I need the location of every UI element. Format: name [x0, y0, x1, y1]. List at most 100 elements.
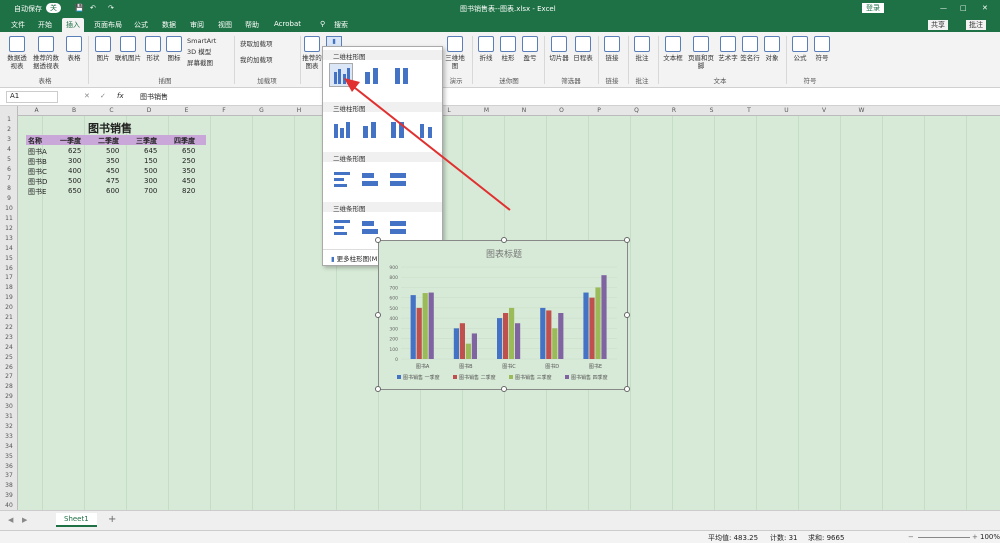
- symbol-button[interactable]: 符号: [812, 36, 832, 62]
- resize-handle[interactable]: [624, 386, 630, 392]
- tab-view[interactable]: 视图: [218, 20, 232, 30]
- table-cell[interactable]: 650: [182, 147, 195, 155]
- header-cell[interactable]: 四季度: [174, 136, 195, 146]
- row-header-36[interactable]: 36: [0, 463, 18, 470]
- chart-bar[interactable]: [465, 343, 471, 359]
- equation-button[interactable]: 公式: [790, 36, 810, 62]
- row-header-26[interactable]: 26: [0, 364, 18, 371]
- table-cell[interactable]: 图书D: [28, 177, 47, 187]
- timeline-button[interactable]: 日程表: [572, 36, 594, 62]
- resize-handle[interactable]: [375, 237, 381, 243]
- chart-bar[interactable]: [428, 292, 434, 359]
- row-header-20[interactable]: 20: [0, 304, 18, 311]
- my-addins-button[interactable]: 我的加载项: [240, 56, 296, 64]
- formula-input[interactable]: 图书销售: [140, 92, 168, 102]
- minimize-icon[interactable]: —: [940, 4, 947, 12]
- tab-acrobat[interactable]: Acrobat: [274, 20, 301, 28]
- recommended-pivot-button[interactable]: 推荐的数据透视表: [30, 36, 62, 70]
- 3d-map-button[interactable]: 三维地图: [444, 36, 466, 70]
- zoom-slider[interactable]: [918, 537, 970, 538]
- comment-button[interactable]: 批注: [966, 20, 986, 30]
- table-cell[interactable]: 图书E: [28, 187, 46, 197]
- screenshot-button[interactable]: 屏幕截图: [187, 59, 229, 67]
- column-header-t[interactable]: T: [731, 107, 768, 114]
- column-header-u[interactable]: U: [768, 107, 805, 114]
- chart-bar[interactable]: [471, 333, 477, 359]
- textbox-button[interactable]: 文本框: [662, 36, 684, 62]
- column-header-r[interactable]: R: [656, 107, 693, 114]
- row-header-16[interactable]: 16: [0, 265, 18, 272]
- row-header-25[interactable]: 25: [0, 354, 18, 361]
- column-header-h[interactable]: H: [281, 107, 318, 114]
- chart-bar[interactable]: [515, 323, 521, 359]
- sparkline-line-button[interactable]: 折线: [476, 36, 496, 62]
- zoom-out-icon[interactable]: −: [908, 533, 914, 541]
- online-picture-button[interactable]: 联机图片: [114, 36, 142, 62]
- table-cell[interactable]: 645: [144, 147, 157, 155]
- row-header-24[interactable]: 24: [0, 344, 18, 351]
- table-cell[interactable]: 450: [182, 177, 195, 185]
- chart-bar[interactable]: [416, 307, 422, 359]
- chart-bar[interactable]: [509, 307, 515, 359]
- chart-bar[interactable]: [546, 310, 552, 359]
- link-button[interactable]: 链接: [602, 36, 622, 62]
- close-icon[interactable]: ✕: [982, 4, 988, 12]
- chart-container[interactable]: 图表标题 0 100 200 300 400 500 600 700 800 900 图书A 图书B 图…: [375, 237, 630, 392]
- row-header-35[interactable]: 35: [0, 453, 18, 460]
- row-header-4[interactable]: 4: [0, 146, 18, 153]
- column-header-b[interactable]: B: [56, 107, 93, 114]
- row-header-6[interactable]: 6: [0, 166, 18, 173]
- search-icon[interactable]: ⚲: [320, 20, 325, 28]
- signature-line-button[interactable]: 签名行: [740, 36, 760, 62]
- row-header-22[interactable]: 22: [0, 324, 18, 331]
- redo-icon[interactable]: ↷: [108, 4, 114, 12]
- row-header-31[interactable]: 31: [0, 413, 18, 420]
- resize-handle[interactable]: [375, 386, 381, 392]
- legend-entry[interactable]: 图书销售 一季度: [403, 374, 440, 381]
- table-cell[interactable]: 图书A: [28, 147, 47, 157]
- chart-bar[interactable]: [453, 328, 459, 359]
- wordart-button[interactable]: 艺术字: [718, 36, 738, 62]
- tab-review[interactable]: 审阅: [190, 20, 204, 30]
- header-cell[interactable]: 二季度: [98, 136, 119, 146]
- row-header-8[interactable]: 8: [0, 185, 18, 192]
- row-header-3[interactable]: 3: [0, 136, 18, 143]
- row-header-13[interactable]: 13: [0, 235, 18, 242]
- row-header-27[interactable]: 27: [0, 373, 18, 380]
- tab-home[interactable]: 开始: [38, 20, 52, 30]
- table-cell[interactable]: 450: [106, 167, 119, 175]
- row-header-15[interactable]: 15: [0, 255, 18, 262]
- autosave-toggle[interactable]: 关: [46, 3, 61, 13]
- table-cell[interactable]: 图书B: [28, 157, 47, 167]
- smartart-button[interactable]: SmartArt: [187, 37, 229, 45]
- table-button[interactable]: 表格: [64, 36, 84, 62]
- chart-bar[interactable]: [558, 313, 564, 359]
- tab-page-layout[interactable]: 页面布局: [94, 20, 122, 30]
- object-button[interactable]: 对象: [762, 36, 782, 62]
- table-cell[interactable]: 400: [68, 167, 81, 175]
- row-header-33[interactable]: 33: [0, 433, 18, 440]
- chart-bar[interactable]: [552, 328, 558, 359]
- resize-handle[interactable]: [624, 312, 630, 318]
- chart-bar[interactable]: [503, 313, 509, 359]
- table-cell[interactable]: 150: [144, 157, 157, 165]
- table-cell[interactable]: 820: [182, 187, 195, 195]
- column-header-s[interactable]: S: [693, 107, 730, 114]
- column-header-c[interactable]: C: [93, 107, 130, 114]
- row-header-2[interactable]: 2: [0, 126, 18, 133]
- add-sheet-button[interactable]: +: [108, 514, 116, 525]
- chart-bar[interactable]: [589, 297, 595, 359]
- chart-bar[interactable]: [601, 275, 607, 359]
- name-box[interactable]: A1: [6, 91, 58, 103]
- chart-bar[interactable]: [497, 318, 503, 359]
- tab-data[interactable]: 数据: [162, 20, 176, 30]
- shapes-button[interactable]: 形状: [143, 36, 163, 62]
- row-header-38[interactable]: 38: [0, 482, 18, 489]
- column-header-a[interactable]: A: [18, 107, 55, 114]
- row-header-14[interactable]: 14: [0, 245, 18, 252]
- chart-bar[interactable]: [583, 292, 589, 359]
- insert-comment-button[interactable]: 批注: [632, 36, 652, 62]
- get-addins-button[interactable]: 获取加载项: [240, 40, 296, 48]
- row-header-1[interactable]: 1: [0, 116, 18, 123]
- row-header-12[interactable]: 12: [0, 225, 18, 232]
